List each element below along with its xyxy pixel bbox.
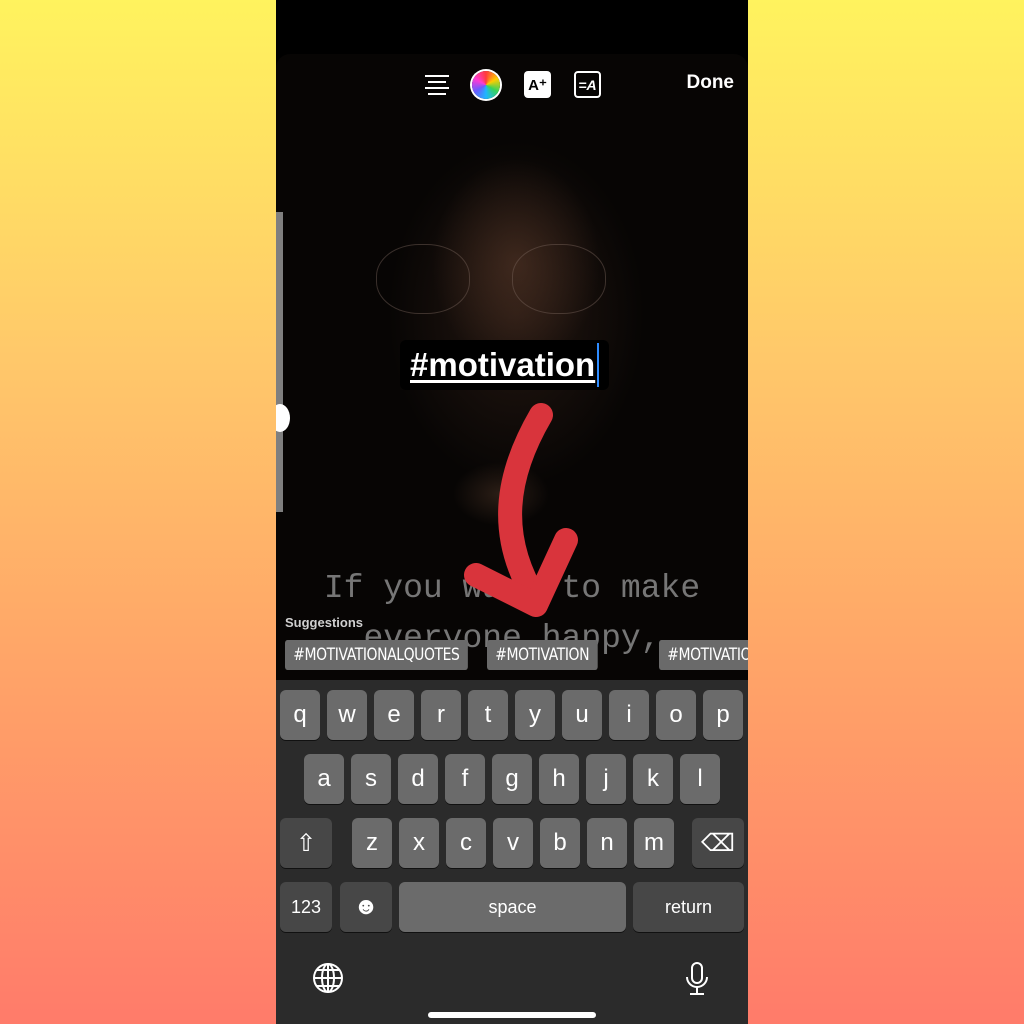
key-n[interactable]: n [587, 818, 627, 868]
return-key[interactable]: return [633, 882, 744, 932]
key-y[interactable]: y [515, 690, 555, 740]
glasses-left [376, 244, 470, 314]
text-effects-icon[interactable]: A⁺ [524, 71, 551, 98]
glasses-right [512, 244, 606, 314]
key-h[interactable]: h [539, 754, 579, 804]
space-key[interactable]: space [399, 882, 626, 932]
emoji-key[interactable]: ☻ [340, 882, 392, 932]
key-o[interactable]: o [656, 690, 696, 740]
microphone-icon[interactable] [684, 962, 710, 996]
key-q[interactable]: q [280, 690, 320, 740]
suggestions-label: Suggestions [285, 615, 364, 630]
suggestion-chip[interactable]: #MOTIVATIONAL [659, 640, 748, 670]
key-l[interactable]: l [680, 754, 720, 804]
key-u[interactable]: u [562, 690, 602, 740]
key-s[interactable]: s [351, 754, 391, 804]
arrow-shaft [498, 403, 553, 612]
key-z[interactable]: z [352, 818, 392, 868]
key-k[interactable]: k [633, 754, 673, 804]
red-arrow-annotation [464, 403, 578, 617]
key-c[interactable]: c [446, 818, 486, 868]
suggestion-chip[interactable]: #MOTIVATION [487, 640, 598, 670]
hashtag-text: #motivation [410, 346, 596, 383]
key-b[interactable]: b [540, 818, 580, 868]
key-p[interactable]: p [703, 690, 743, 740]
color-picker-icon[interactable] [472, 71, 500, 99]
key-t[interactable]: t [468, 690, 508, 740]
text-cursor [597, 343, 600, 387]
key-d[interactable]: d [398, 754, 438, 804]
done-button[interactable]: Done [687, 72, 735, 94]
phone-screen: A⁺ =A Done If you want to make everyone … [276, 0, 748, 1024]
globe-icon[interactable] [312, 962, 344, 994]
key-m[interactable]: m [634, 818, 674, 868]
text-align-icon[interactable] [422, 70, 452, 100]
key-g[interactable]: g [492, 754, 532, 804]
key-v[interactable]: v [493, 818, 533, 868]
key-a[interactable]: a [304, 754, 344, 804]
hashtag-text-field[interactable]: #motivation [400, 340, 610, 390]
key-r[interactable]: r [421, 690, 461, 740]
text-toolbar: A⁺ =A Done [276, 68, 748, 102]
key-j[interactable]: j [586, 754, 626, 804]
key-x[interactable]: x [399, 818, 439, 868]
key-e[interactable]: e [374, 690, 414, 740]
numbers-key[interactable]: 123 [280, 882, 332, 932]
key-i[interactable]: i [609, 690, 649, 740]
home-indicator[interactable] [428, 1012, 596, 1018]
shift-key[interactable]: ⇧ [280, 818, 332, 868]
key-w[interactable]: w [327, 690, 367, 740]
key-f[interactable]: f [445, 754, 485, 804]
text-size-slider-track[interactable] [276, 212, 283, 512]
delete-key[interactable]: ⌫ [692, 818, 744, 868]
suggestion-chip[interactable]: #MOTIVATIONALQUOTES [285, 640, 468, 670]
text-animation-icon[interactable]: =A [574, 71, 601, 98]
keyboard: qwertyuiop asdfghjkl zxcvbnm ⇧ ⌫ 123 ☻ spa… [276, 680, 748, 1024]
